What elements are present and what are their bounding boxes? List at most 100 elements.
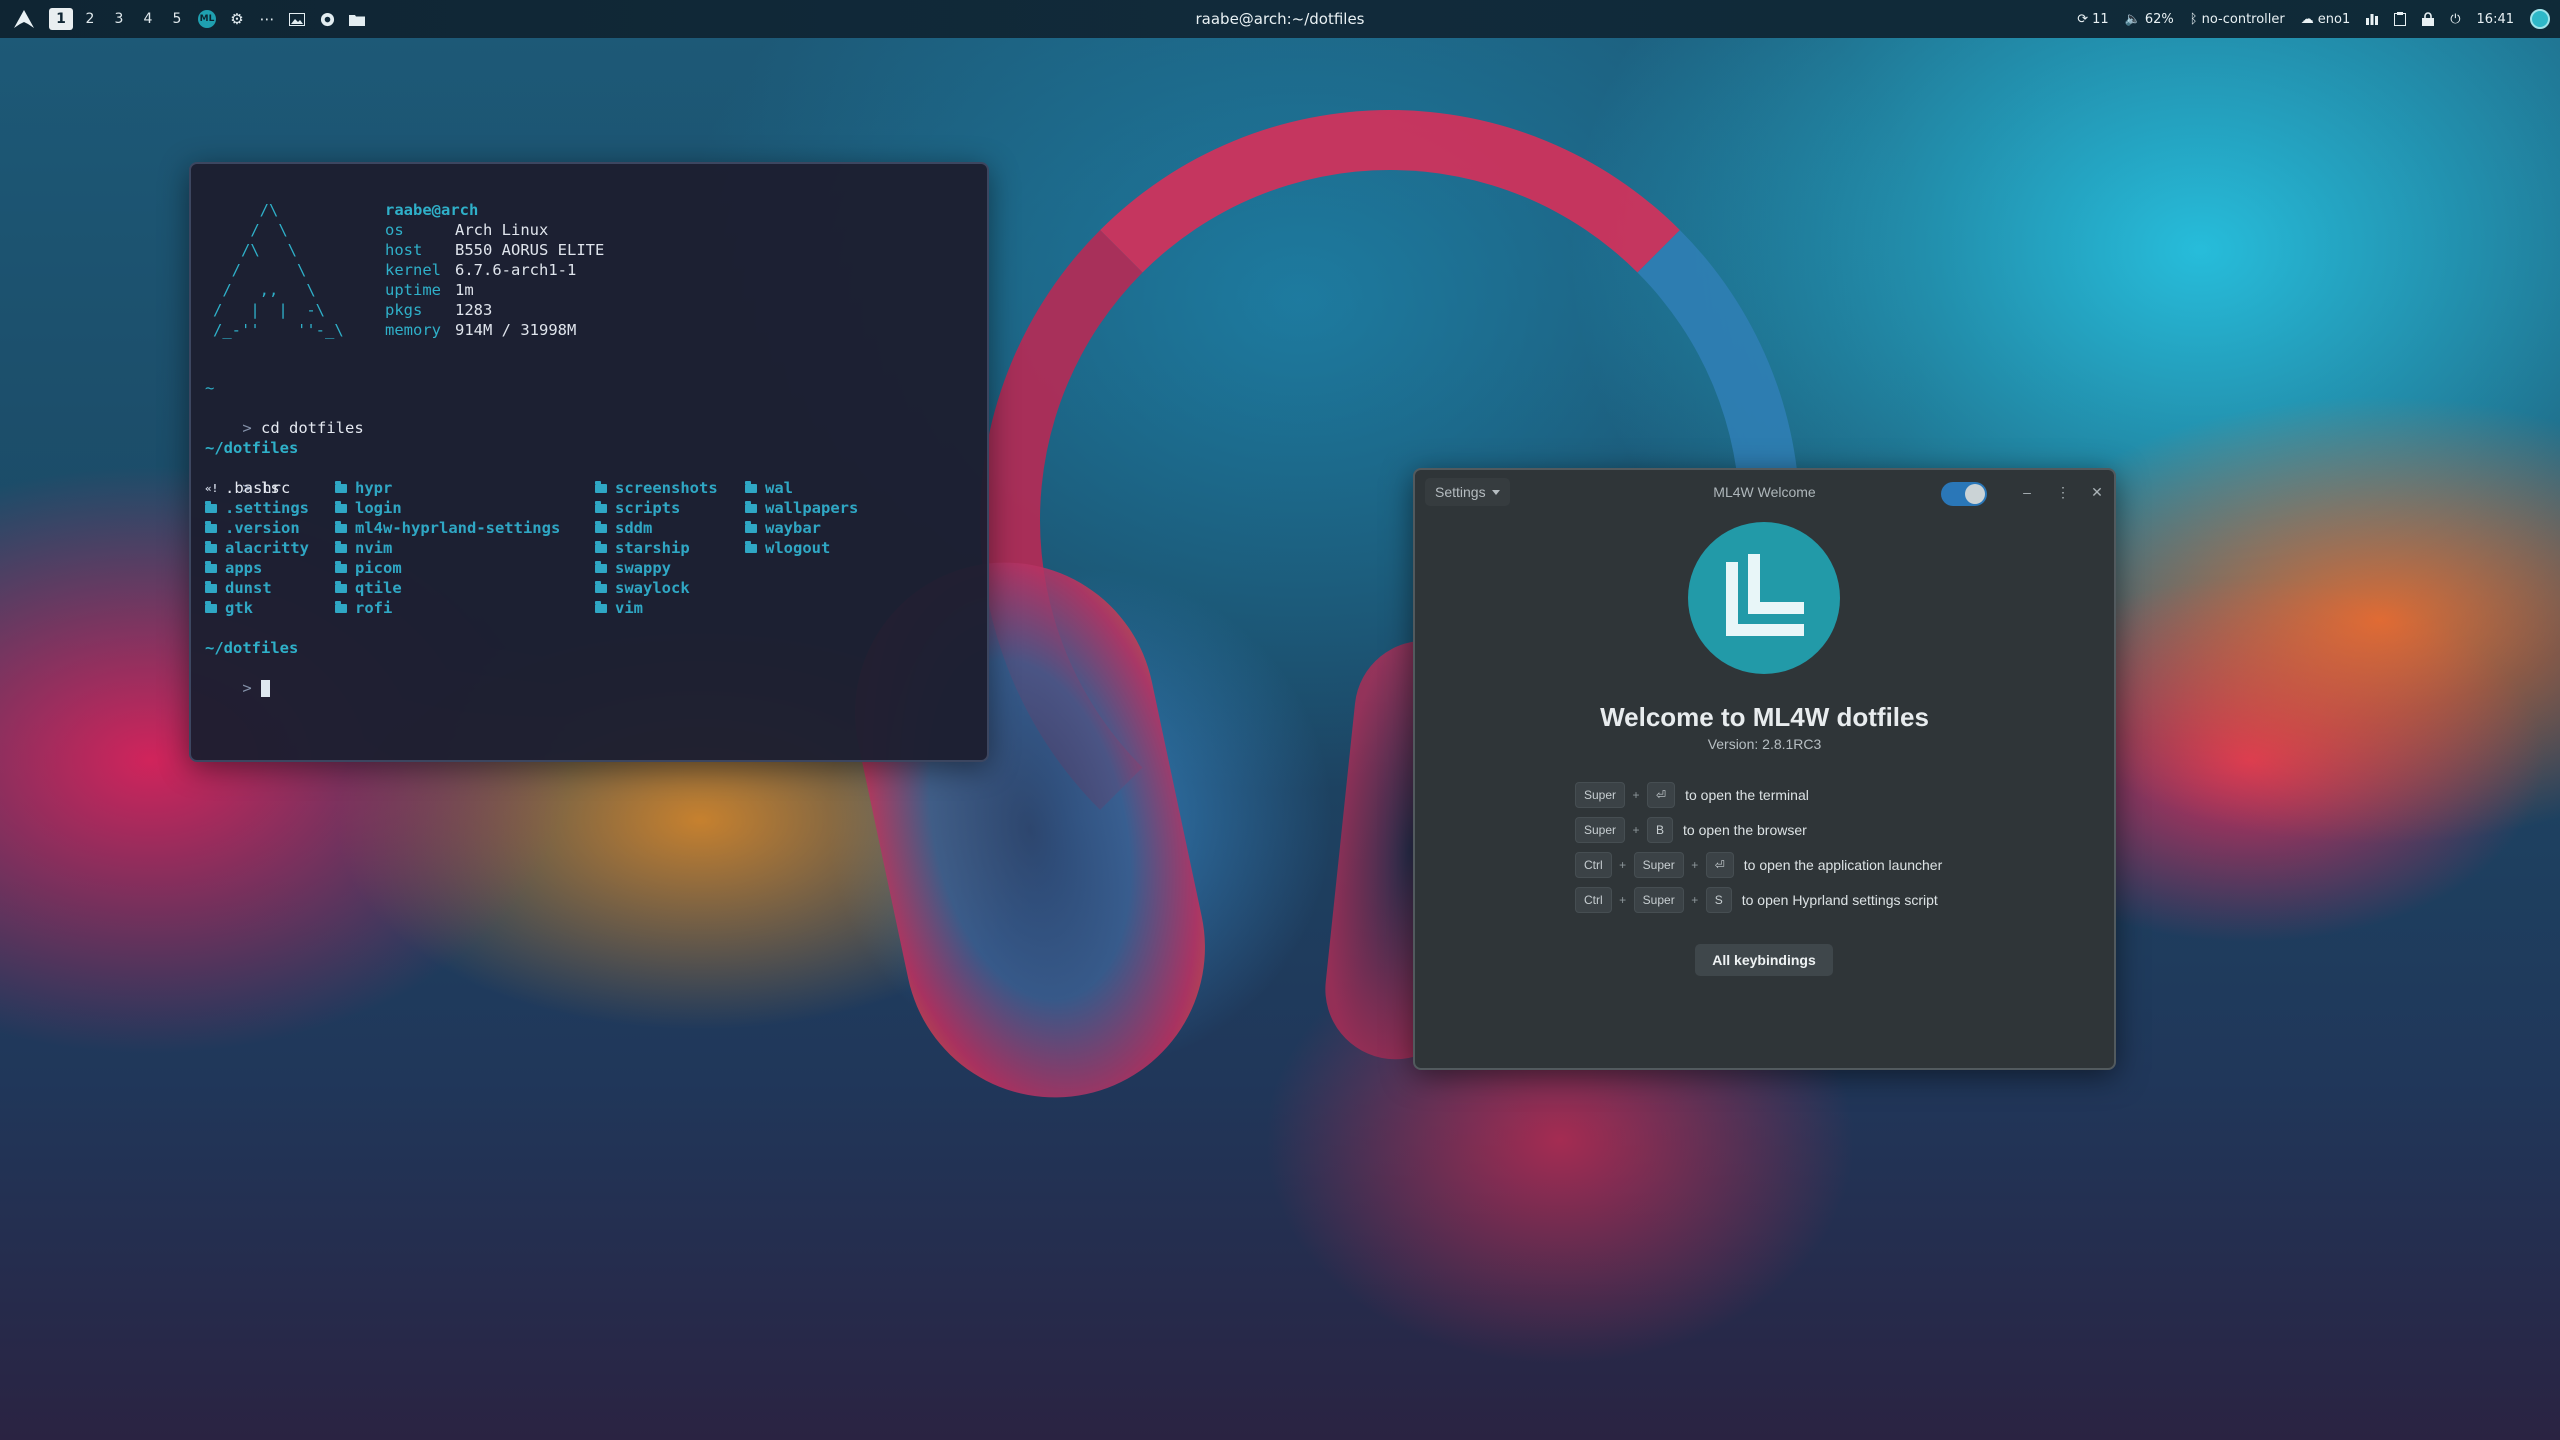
keybinding-description: to open the browser — [1683, 822, 1807, 838]
prompt-path-home: ~ — [205, 379, 215, 397]
prompt-symbol: > — [242, 679, 252, 697]
fetch-user-host-text: raabe@arch — [385, 201, 479, 219]
workspace-4[interactable]: 4 — [134, 8, 162, 30]
bluetooth-indicator[interactable]: ᛒ no-controller — [2190, 12, 2285, 27]
keycap: Ctrl — [1575, 887, 1612, 913]
keybinding-row: Super + ⏎ to open the terminal — [1575, 782, 1809, 808]
avatar-icon[interactable] — [2530, 9, 2550, 29]
fetch-ascii-logo: /\ / \ /\ \ / \ / ,, \ / | | -\ /_-'' ''… — [213, 201, 344, 339]
fetch-info: raabe@arch os Arch Linux host B550 AORUS E… — [385, 200, 604, 340]
network-indicator[interactable]: ☁ eno1 — [2301, 12, 2350, 27]
ls-entry: swaylock — [595, 578, 745, 598]
keycap: ⏎ — [1647, 782, 1676, 808]
ls-entry: picom — [335, 558, 595, 578]
ls-entry-name: qtile — [355, 579, 402, 597]
keycap: Super — [1575, 817, 1626, 843]
folder-icon[interactable] — [342, 0, 372, 38]
workspace-5[interactable]: 5 — [163, 8, 191, 30]
workspace-3[interactable]: 3 — [105, 8, 133, 30]
ls-entry: swappy — [595, 558, 745, 578]
theme-toggle-switch[interactable] — [1941, 482, 1987, 506]
workspace-2[interactable]: 2 — [76, 8, 104, 30]
fetch-row-pkgs: pkgs 1283 — [385, 300, 604, 320]
folder-icon — [205, 560, 217, 573]
welcome-heading: Welcome to ML4W dotfiles — [1600, 702, 1929, 732]
volume-indicator[interactable]: 🔈 62% — [2125, 12, 2174, 27]
menu-button[interactable]: ⋮ — [2051, 480, 2075, 504]
ls-entry: screenshots — [595, 478, 745, 498]
folder-icon — [335, 580, 347, 593]
bluetooth-status: no-controller — [2201, 11, 2285, 27]
folder-icon — [595, 480, 607, 493]
cpu-icon[interactable] — [2366, 13, 2379, 25]
ls-entry-name: .bashrc — [225, 479, 291, 497]
plus-separator: + — [1691, 893, 1699, 907]
ls-entry: dunst — [205, 578, 335, 598]
ls-entry: sddm — [595, 518, 745, 538]
ls-entry-name: wlogout — [765, 539, 831, 557]
network-name: eno1 — [2317, 11, 2351, 27]
folder-icon — [335, 540, 347, 553]
ls-entry-name: hypr — [355, 479, 393, 497]
terminal-window[interactable]: /\ / \ /\ \ / \ / ,, \ / | | -\ /_-'' ''… — [189, 162, 989, 762]
close-icon: ✕ — [2091, 483, 2103, 500]
minimize-icon: – — [2023, 484, 2031, 500]
plus-separator: + — [1632, 823, 1640, 837]
fetch-value: 6.7.6-arch1-1 — [455, 261, 577, 279]
ls-entry: nvim — [335, 538, 595, 558]
folder-icon — [745, 520, 757, 533]
folder-icon — [335, 560, 347, 573]
folder-icon — [335, 520, 347, 533]
lock-icon[interactable] — [2422, 12, 2435, 26]
close-button[interactable]: ✕ — [2085, 480, 2109, 504]
ls-entry-name: alacritty — [225, 539, 309, 557]
arch-icon[interactable] — [10, 0, 38, 38]
ml4w-badge-icon[interactable]: ML — [192, 0, 222, 38]
fetch-row-uptime: uptime 1m — [385, 280, 604, 300]
ls-entry-name: rofi — [355, 599, 393, 617]
ls-entry-name: scripts — [615, 499, 681, 517]
fetch-row-memory: memory 914M / 31998M — [385, 320, 604, 340]
ls-entry: scripts — [595, 498, 745, 518]
updates-indicator[interactable]: ⟳ 11 — [2077, 12, 2108, 27]
keycap: ⏎ — [1705, 852, 1734, 878]
ls-entry-name: screenshots — [615, 479, 718, 497]
fetch-value: 914M / 31998M — [455, 321, 577, 339]
browser-icon[interactable] — [312, 0, 342, 38]
ls-entry: login — [335, 498, 595, 518]
fetch-key: uptime — [385, 281, 441, 299]
clipboard-icon[interactable] — [2394, 12, 2407, 26]
ml4w-logo — [1688, 522, 1840, 674]
minimize-button[interactable]: – — [2015, 480, 2039, 504]
settings-icon[interactable]: ⚙ — [222, 0, 252, 38]
prompt-symbol: > — [242, 419, 252, 437]
ls-entry: gtk — [205, 598, 335, 618]
clock[interactable]: 16:41 — [2477, 12, 2514, 27]
file-icon: «! — [205, 481, 219, 495]
ls-entry-name: apps — [225, 559, 263, 577]
ls-entry — [745, 598, 895, 618]
prompt-line-current[interactable]: > — [205, 658, 271, 718]
ls-entry-name: waybar — [765, 519, 821, 537]
workspace-1[interactable]: 1 — [49, 8, 73, 30]
all-keybindings-button[interactable]: All keybindings — [1695, 944, 1833, 976]
window-title: ML4W Welcome — [1713, 484, 1816, 500]
folder-icon — [205, 540, 217, 553]
power-icon[interactable]: ⏻ — [2450, 12, 2460, 27]
fetch-key: pkgs — [385, 301, 423, 319]
more-icon[interactable]: ⋯ — [252, 0, 282, 38]
updates-icon: ⟳ — [2077, 11, 2089, 27]
image-icon[interactable] — [282, 0, 312, 38]
ls-entry-name: swaylock — [615, 579, 690, 597]
ls-entry: vim — [595, 598, 745, 618]
prompt-path-dotfiles-current: ~/dotfiles — [205, 639, 299, 657]
top-bar: 1 2 3 4 5 ML ⚙ ⋯ raabe@arch:~/dotfiles ⟳… — [0, 0, 2560, 38]
kebab-menu-icon: ⋮ — [2056, 483, 2070, 500]
folder-icon — [745, 480, 757, 493]
folder-icon — [595, 500, 607, 513]
terminal-cursor — [261, 680, 271, 697]
ls-output: «! .bashrc hypr screenshots wal .settings logi… — [205, 478, 895, 618]
fetch-value: 1m — [455, 281, 474, 299]
plus-separator: + — [1691, 858, 1699, 872]
command-text: cd dotfiles — [261, 419, 364, 437]
